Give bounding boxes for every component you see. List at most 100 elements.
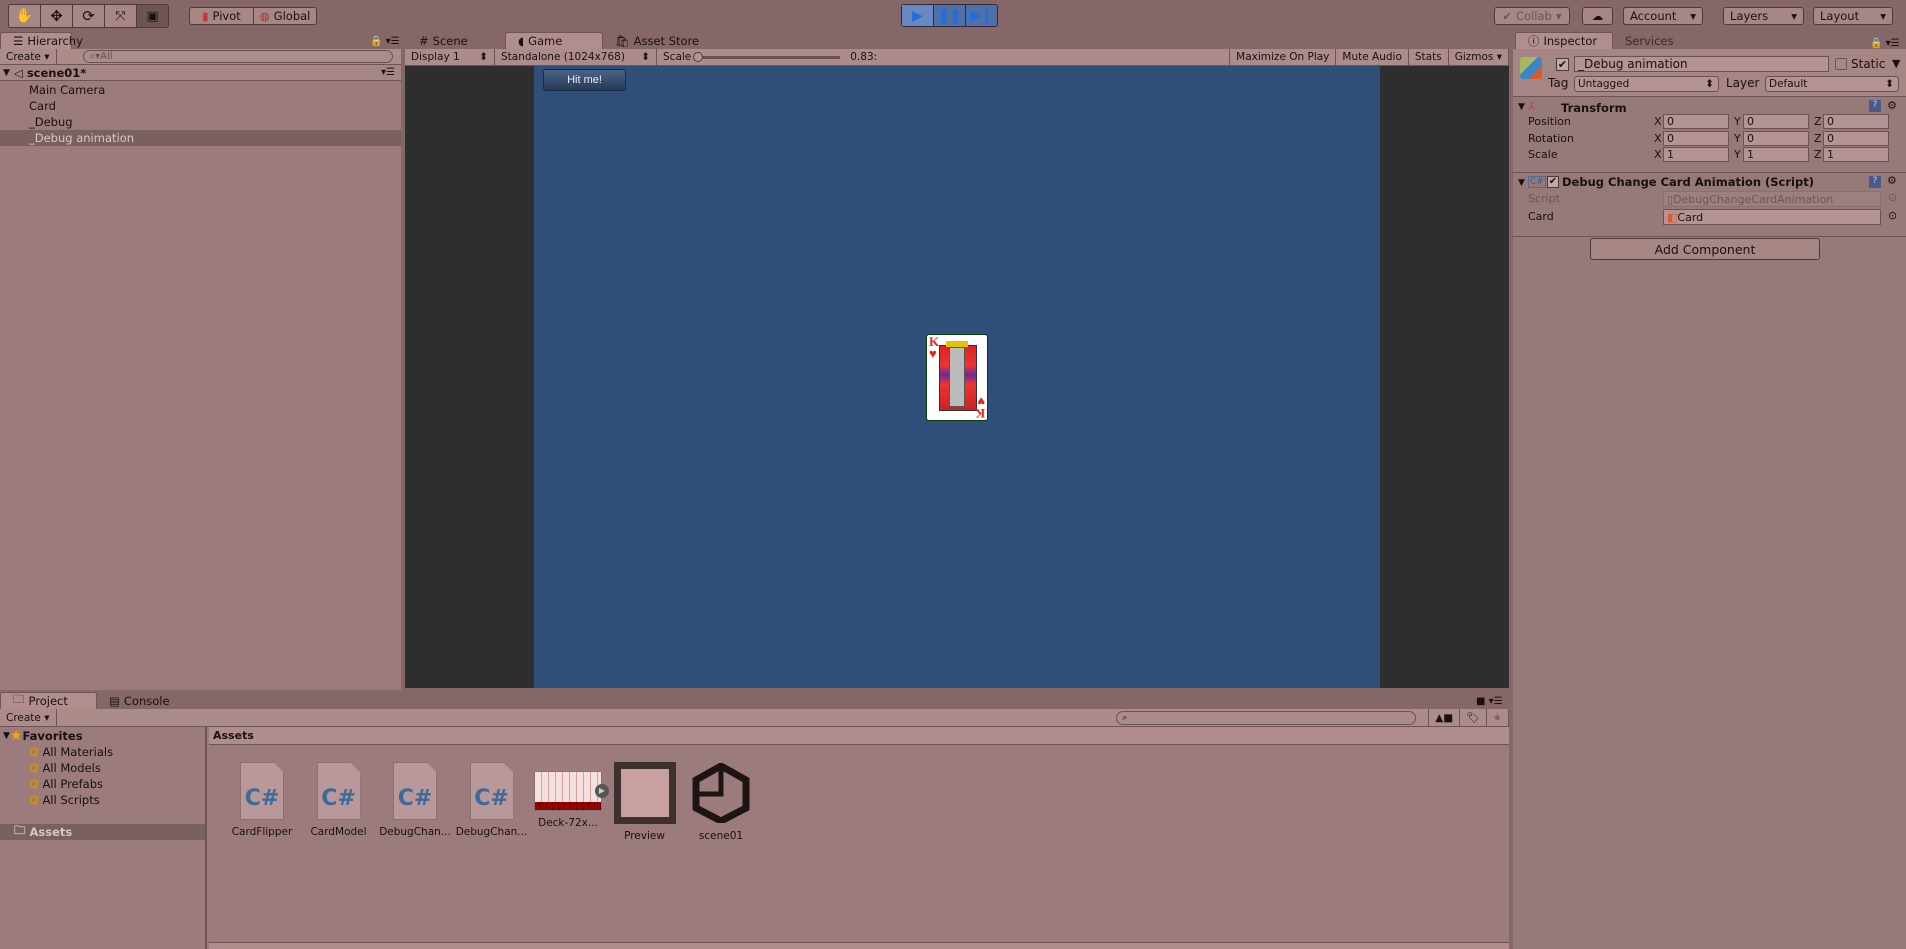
object-picker-icon[interactable]: ⊙ (1888, 191, 1897, 204)
bag-icon: 🛍 (615, 33, 630, 48)
layer-dropdown[interactable]: Default ⬍ (1765, 76, 1899, 92)
scale-slider[interactable] (693, 51, 841, 62)
step-icon[interactable]: ▶❙ (966, 5, 997, 26)
rotation-y-input[interactable]: 0 (1743, 130, 1809, 146)
expand-arrow-icon[interactable]: ▼ (1518, 178, 1525, 188)
hierarchy-item[interactable]: Main Camera (0, 82, 401, 98)
favorite-item[interactable]: Q All Scripts (0, 792, 205, 808)
script-enabled-checkbox[interactable]: ✔ (1547, 176, 1559, 188)
rect-icon[interactable]: ▣ (137, 5, 168, 27)
project-create-button[interactable]: Create ▾ (0, 709, 57, 726)
asset-item[interactable]: C# DebugChan... (378, 762, 452, 844)
expand-arrow-icon[interactable]: ▼ (3, 68, 10, 78)
axis-label: Z (1814, 148, 1822, 161)
help-icon[interactable]: ? (1869, 100, 1881, 112)
favorite-item[interactable]: Q All Materials (0, 744, 205, 760)
favorite-item[interactable]: Q All Prefabs (0, 776, 205, 792)
game-viewport[interactable]: Hit me! K ♥ K ♥ (405, 66, 1509, 688)
rotate-icon[interactable]: ⟳ (73, 5, 105, 27)
favorite-button[interactable]: ★ (1487, 709, 1509, 726)
maximize-on-play-toggle[interactable]: Maximize On Play (1229, 49, 1337, 65)
asset-item[interactable]: ▶ Deck-72x... (531, 762, 609, 844)
asset-item[interactable]: C# DebugChan... (455, 762, 529, 844)
scale-icon[interactable]: ⤧ (105, 5, 137, 27)
scale-y-input[interactable]: 1 (1743, 147, 1809, 162)
expand-arrow-icon[interactable]: ▼ (1518, 102, 1525, 112)
gear-icon[interactable]: ⚙ (1887, 99, 1897, 112)
axis-label: X (1654, 115, 1662, 128)
rotation-x-input[interactable]: 0 (1663, 130, 1729, 146)
filter-by-type-button[interactable]: ▲■ (1428, 709, 1461, 726)
assets-folder-row[interactable]: 🗀 Assets (0, 823, 205, 840)
play-icon[interactable]: ▶ (902, 5, 934, 26)
display-dropdown[interactable]: Display 1 ⬍ (405, 49, 495, 65)
project-menu-icon[interactable]: ■ ▾☰ (1476, 696, 1503, 707)
tab-hierarchy[interactable]: ☰ Hierarchy (0, 32, 83, 49)
resolution-dropdown[interactable]: Standalone (1024x768) ⬍ (495, 49, 657, 65)
hierarchy-menu-icon[interactable]: 🔒 ▾☰ (370, 36, 400, 47)
tab-game[interactable]: ◖ Game (505, 32, 603, 49)
gear-icon[interactable]: ⚙ (1887, 174, 1897, 187)
tag-dropdown[interactable]: Untagged ⬍ (1574, 76, 1719, 92)
asset-item[interactable]: scene01 (684, 762, 758, 844)
collab-button[interactable]: ✔ Collab ▾ (1494, 7, 1570, 25)
pause-icon[interactable]: ❚❚ (934, 5, 966, 26)
sprite-sheet-icon: ▶ (534, 771, 609, 811)
static-dropdown-icon[interactable]: ▼ (1892, 57, 1900, 70)
rotation-z-input[interactable]: 0 (1823, 130, 1889, 146)
tab-services[interactable]: Services (1613, 32, 1703, 49)
layers-dropdown[interactable]: Layers ▾ (1723, 7, 1804, 25)
favorites-row[interactable]: ▼ ★ Favorites (0, 728, 205, 744)
global-button[interactable]: ◍ Global (253, 7, 317, 25)
project-search-input[interactable]: ⌕ (1116, 710, 1417, 725)
position-x-input[interactable]: 0 (1663, 114, 1729, 129)
object-name-input[interactable]: _Debug animation (1574, 56, 1829, 72)
tab-scene[interactable]: # Scene (407, 32, 505, 49)
scene-row[interactable]: ▼ ◁ scene01* ▾☰ (0, 65, 401, 81)
mute-audio-toggle[interactable]: Mute Audio (1336, 49, 1409, 65)
gizmos-dropdown[interactable]: Gizmos ▾ (1449, 49, 1509, 65)
stats-toggle[interactable]: Stats (1409, 49, 1449, 65)
asset-item[interactable]: C# CardModel (302, 762, 376, 844)
scale-x-input[interactable]: 1 (1663, 147, 1729, 162)
hierarchy-create-button[interactable]: Create ▾ (0, 49, 57, 64)
move-icon[interactable]: ✥ (41, 5, 73, 27)
scale-slider-thumb[interactable] (693, 51, 704, 62)
active-checkbox[interactable]: ✔ (1556, 58, 1569, 71)
search-icon: ⌕ (1122, 712, 1128, 723)
favorite-item[interactable]: Q All Models (0, 760, 205, 776)
king-of-hearts-card: K ♥ K ♥ (926, 334, 988, 421)
unity-scene-icon (690, 762, 752, 824)
hit-me-button[interactable]: Hit me! (543, 69, 626, 91)
cloud-button[interactable]: ☁ (1582, 7, 1613, 25)
hierarchy-item[interactable]: Card (0, 98, 401, 114)
tab-console[interactable]: ▤ Console (97, 692, 187, 709)
info-icon: ⓘ (1528, 34, 1540, 48)
account-dropdown[interactable]: Account ▾ (1623, 7, 1703, 25)
hierarchy-item-selected[interactable]: _Debug animation (0, 130, 401, 146)
object-picker-icon[interactable]: ⊙ (1888, 209, 1897, 222)
position-z-input[interactable]: 0 (1823, 114, 1889, 129)
tab-asset-store[interactable]: 🛍 Asset Store (603, 32, 713, 49)
expand-arrow-icon[interactable]: ▼ (3, 731, 10, 741)
gameobject-cube-icon: ◧ (1667, 210, 1678, 224)
static-checkbox[interactable] (1835, 58, 1847, 70)
help-icon[interactable]: ? (1869, 176, 1881, 188)
tab-inspector[interactable]: ⓘ Inspector (1515, 32, 1613, 49)
axis-label: Y (1734, 131, 1741, 145)
pivot-button[interactable]: ▮ Pivot (189, 7, 254, 25)
asset-item[interactable]: C# CardFlipper (225, 762, 299, 844)
hand-icon[interactable]: ✋ (9, 5, 41, 27)
scene-menu-icon[interactable]: ▾☰ (381, 67, 395, 78)
inspector-menu-icon[interactable]: 🔒 ▾☰ (1870, 38, 1900, 49)
card-reference-field[interactable]: ◧ Card (1663, 209, 1881, 225)
scale-z-input[interactable]: 1 (1823, 147, 1889, 162)
layout-dropdown[interactable]: Layout ▾ (1813, 7, 1893, 25)
asset-item[interactable]: Preview (608, 762, 682, 844)
position-y-input[interactable]: 0 (1743, 114, 1809, 129)
tab-project[interactable]: 🗀 Project (0, 692, 97, 709)
hierarchy-item[interactable]: _Debug (0, 114, 401, 130)
add-component-button[interactable]: Add Component (1590, 238, 1820, 260)
filter-by-label-button[interactable]: 🏷 (1460, 709, 1487, 726)
hierarchy-search-input[interactable]: ⌕▾ All (82, 50, 393, 63)
